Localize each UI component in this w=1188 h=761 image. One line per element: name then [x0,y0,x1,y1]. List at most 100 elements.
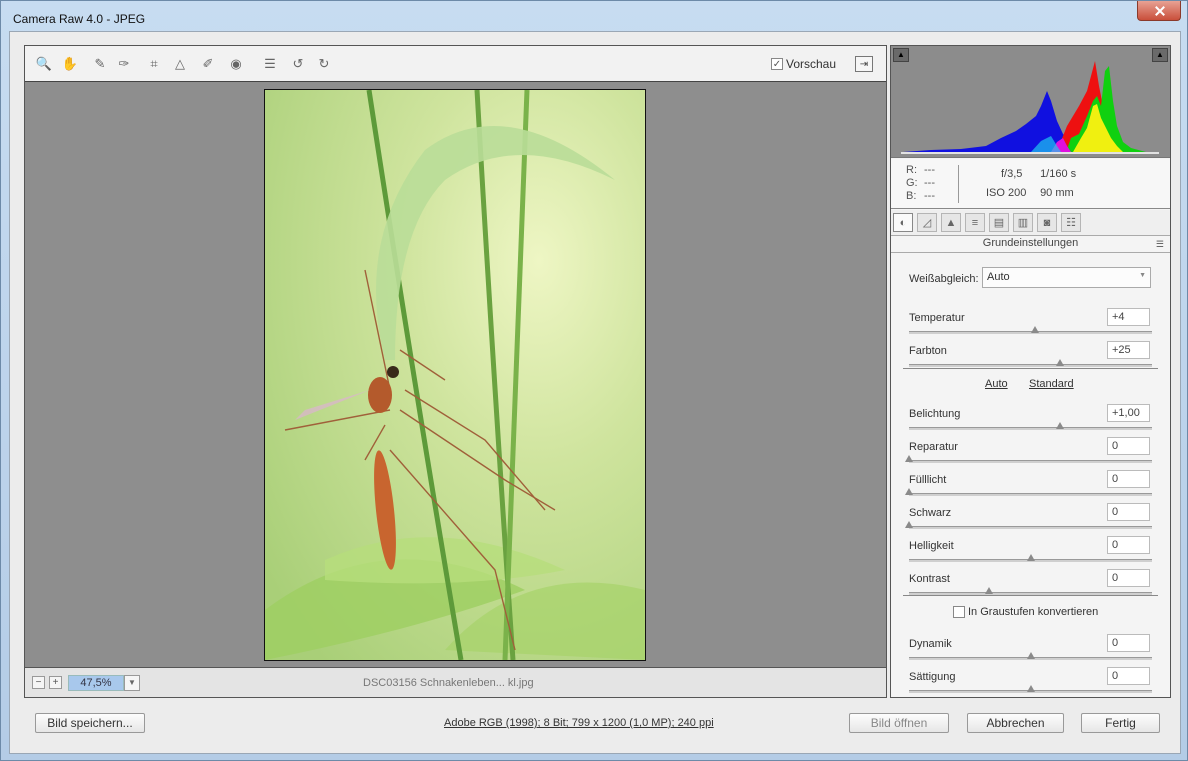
slider-value-field[interactable]: 0 [1107,503,1150,521]
slider-row-dynamik: Dynamik 0 [909,634,1152,668]
hand-tool-icon[interactable]: ✋ [61,55,79,73]
tab-presets-icon[interactable]: ☷ [1061,213,1081,232]
slider-track[interactable] [909,427,1152,430]
slider-thumb[interactable] [905,521,913,528]
tab-tone-curve-icon[interactable]: ◿ [917,213,937,232]
tab-lens-corrections-icon[interactable]: ▥ [1013,213,1033,232]
focal-length-value: 90 mm [1040,187,1074,199]
tab-basic-icon[interactable]: ◐ [893,213,913,232]
exif-line-2: ISO 200 90 mm [986,187,1078,199]
auto-link[interactable]: Auto [985,378,1008,390]
slider-value-field[interactable]: 0 [1107,569,1150,587]
slider-value-field[interactable]: 0 [1107,667,1150,685]
preferences-icon[interactable]: ☰ [261,55,279,73]
slider-label: Dynamik [909,638,952,650]
basic-settings: Weißabgleich: Auto Auto Standard In Grau… [891,256,1170,696]
retouch-tool-icon[interactable]: ✐ [199,55,217,73]
panel-title: Grundeinstellungen [891,237,1170,253]
slider-label: Temperatur [909,312,965,324]
open-image-button[interactable]: Bild öffnen [849,713,949,733]
slider-row-farbton: Farbton +25 [909,341,1152,375]
slider-thumb[interactable] [1055,359,1064,366]
white-balance-select[interactable]: Auto [982,267,1151,288]
zoom-level-field[interactable]: 47,5% [68,675,124,691]
preview-checkbox[interactable]: ✓ Vorschau [771,57,836,71]
color-sampler-tool-icon[interactable]: ✑ [115,55,133,73]
slider-thumb[interactable] [905,455,913,462]
zoom-dropdown-icon[interactable]: ▼ [124,675,140,691]
g-label: G: [906,177,918,189]
straighten-tool-icon[interactable]: △ [171,55,189,73]
white-balance-tool-icon[interactable]: ✎ [91,55,109,73]
highlight-clipping-toggle-icon[interactable]: ▲ [1152,48,1168,62]
crane-fly-photo [265,90,645,660]
white-balance-label: Weißabgleich: [909,273,979,285]
slider-label: Sättigung [909,671,956,683]
preview-checkbox-box[interactable]: ✓ [771,58,783,70]
slider-row-schwarz: Schwarz 0 [905,503,1152,537]
slider-label: Belichtung [909,408,961,420]
histogram-graph [901,61,1159,154]
rotate-left-icon[interactable]: ↺ [289,55,307,73]
close-window-button[interactable] [1137,1,1181,21]
slider-thumb[interactable] [1026,652,1035,659]
slider-thumb[interactable] [1055,422,1064,429]
slider-track[interactable] [909,364,1152,367]
crop-tool-icon[interactable]: ⌗ [145,55,163,73]
slider-value-field[interactable]: 0 [1107,470,1150,488]
adjustments-panel: ▲ ▲ R: --- G: --- B: --- f/3,5 1/160 s I… [890,45,1171,698]
slider-row-belichtung: Belichtung +1,00 [909,404,1152,438]
slider-thumb[interactable] [1026,554,1035,561]
shadow-clipping-toggle-icon[interactable]: ▲ [893,48,909,62]
slider-label: Fülllicht [909,474,947,486]
slider-thumb[interactable] [985,587,994,594]
tab-camera-calibration-icon[interactable]: ◙ [1037,213,1057,232]
done-button[interactable]: Fertig [1081,713,1160,733]
slider-row-temperatur: Temperatur +4 [909,308,1152,342]
slider-label: Kontrast [909,573,950,585]
red-eye-tool-icon[interactable]: ◉ [227,55,245,73]
slider-value-field[interactable]: 0 [1107,634,1150,652]
slider-thumb[interactable] [1026,685,1035,692]
panel-menu-icon[interactable]: ☰ [1156,239,1164,250]
toolbar: 🔍 ✋ ✎ ✑ ⌗ △ ✐ ◉ ☰ ↺ ↻ ✓ Vorschau ⇥ [25,46,886,82]
workflow-options-link[interactable]: Adobe RGB (1998); 8 Bit; 799 x 1200 (1,0… [444,717,714,729]
slider-value-field[interactable]: +1,00 [1107,404,1150,422]
tab-split-toning-icon[interactable]: ▤ [989,213,1009,232]
slider-track[interactable] [909,526,1152,529]
b-label: B: [906,190,917,202]
slider-value-field[interactable]: 0 [1107,437,1150,455]
zoom-in-button[interactable]: + [49,676,62,689]
slider-row-helligkeit: Helligkeit 0 [909,536,1152,570]
slider-row-kontrast: Kontrast 0 [909,569,1152,603]
g-value: --- [924,177,935,189]
slider-value-field[interactable]: 0 [1107,536,1150,554]
slider-track[interactable] [909,493,1152,496]
zoom-tool-icon[interactable]: 🔍 [35,55,53,73]
slider-value-field[interactable]: +25 [1107,341,1150,359]
fullscreen-toggle-icon[interactable]: ⇥ [855,56,873,72]
image-canvas[interactable] [25,82,886,667]
rgb-values: R: --- G: --- B: --- [906,164,942,203]
slider-value-field[interactable]: +4 [1107,308,1150,326]
b-value: --- [924,190,935,202]
filename-label: DSC03156 Schnakenleben... kl.jpg [363,677,534,689]
slider-thumb[interactable] [905,488,913,495]
grayscale-checkbox-box[interactable] [953,606,965,618]
rotate-right-icon[interactable]: ↻ [315,55,333,73]
standard-link[interactable]: Standard [1029,378,1074,390]
zoom-out-button[interactable]: − [32,676,45,689]
tab-hsl-icon[interactable]: ≡ [965,213,985,232]
camera-raw-window: Camera Raw 4.0 - JPEG 🔍 ✋ ✎ ✑ ⌗ △ ✐ ◉ ☰ ↺ ↻ ✓ Vors… [0,0,1188,761]
exif-line-1: f/3,5 1/160 s [986,168,1078,180]
tab-detail-icon[interactable]: ▲ [941,213,961,232]
slider-row-sättigung: Sättigung 0 [909,667,1152,701]
save-image-button[interactable]: Bild speichern... [35,713,145,733]
slider-track[interactable] [909,592,1152,595]
slider-track[interactable] [909,460,1152,463]
grayscale-checkbox[interactable]: In Graustufen konvertieren [953,606,1098,618]
pixel-readout: R: --- G: --- B: --- f/3,5 1/160 s ISO 200 … [891,159,1170,209]
slider-label: Schwarz [909,507,952,519]
cancel-button[interactable]: Abbrechen [967,713,1064,733]
slider-thumb[interactable] [1031,326,1040,333]
